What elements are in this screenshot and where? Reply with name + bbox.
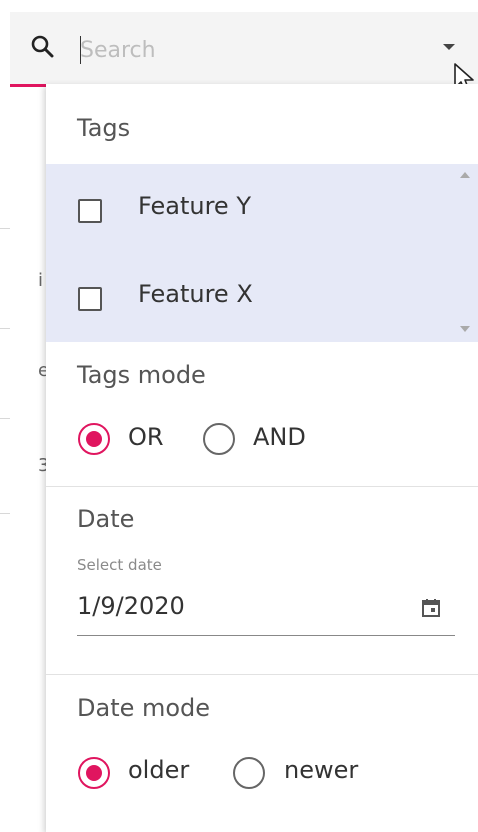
background-divider <box>0 513 10 514</box>
radio-label-and[interactable]: AND <box>253 423 306 451</box>
checkbox-unchecked[interactable] <box>78 287 102 311</box>
radio-newer[interactable] <box>233 757 265 789</box>
checkbox-checked[interactable] <box>78 199 102 223</box>
date-field-caption: Select date <box>77 556 162 574</box>
radio-older[interactable] <box>78 757 110 789</box>
tag-label: Feature X <box>138 280 253 308</box>
date-title: Date <box>77 505 135 533</box>
search-input[interactable] <box>80 34 380 66</box>
search-icon <box>31 35 54 58</box>
background-text: i <box>38 270 44 291</box>
date-mode-title: Date mode <box>77 694 211 722</box>
radio-and[interactable] <box>203 423 235 455</box>
date-input[interactable] <box>77 589 417 623</box>
background-divider <box>0 418 10 419</box>
radio-label-newer[interactable]: newer <box>284 756 358 784</box>
tags-mode-title: Tags mode <box>77 361 206 389</box>
date-input-underline <box>77 635 455 636</box>
text-caret <box>80 36 81 64</box>
section-divider <box>46 486 478 487</box>
search-focus-underline <box>10 84 48 87</box>
tags-title: Tags <box>77 114 131 142</box>
tag-item-feature-x[interactable]: Feature X <box>46 252 458 340</box>
section-divider <box>46 674 478 675</box>
radio-label-or[interactable]: OR <box>128 423 164 451</box>
background-divider <box>0 228 10 229</box>
scroll-up-arrow-icon[interactable] <box>460 172 470 178</box>
filter-dropdown-panel: Tags Feature Y Feature X Tags mode OR AN… <box>46 84 478 832</box>
scroll-down-arrow-icon[interactable] <box>460 326 470 332</box>
dropdown-arrow-icon[interactable] <box>443 44 455 50</box>
tag-label: Feature Y <box>138 192 251 220</box>
tag-item-feature-y[interactable]: Feature Y <box>46 164 458 252</box>
radio-or[interactable] <box>78 423 110 455</box>
tags-list[interactable]: Feature Y Feature X <box>46 164 478 342</box>
radio-label-older[interactable]: older <box>128 756 189 784</box>
background-divider <box>0 328 10 329</box>
calendar-icon[interactable] <box>421 598 441 618</box>
